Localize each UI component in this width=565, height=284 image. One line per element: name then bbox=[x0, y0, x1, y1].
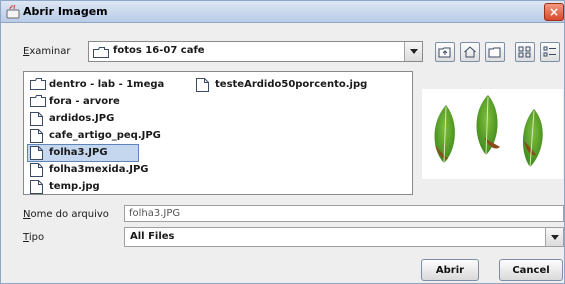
file-icon bbox=[196, 78, 209, 95]
folder-icon bbox=[93, 47, 109, 58]
file-icon bbox=[30, 146, 43, 163]
look-in-value: fotos 16-07 cafe bbox=[113, 45, 205, 56]
leaf-2 bbox=[476, 95, 500, 156]
up-one-level-icon bbox=[438, 47, 451, 58]
file-name: ardidos.JPG bbox=[49, 113, 115, 124]
cancel-button[interactable]: Cancel bbox=[499, 259, 563, 281]
file-icon bbox=[30, 180, 43, 197]
file-name: dentro - lab - 1mega bbox=[49, 79, 165, 90]
file-name: cafe_artigo_peq.JPG bbox=[49, 130, 161, 141]
file-name-input[interactable] bbox=[124, 205, 564, 222]
file-name: testeArdido50porcento.jpg bbox=[215, 79, 368, 90]
file-type-dropdown-arrow[interactable] bbox=[545, 228, 563, 246]
file-icon bbox=[30, 163, 43, 180]
up-one-level-button[interactable] bbox=[435, 42, 455, 62]
leaf-3 bbox=[522, 109, 543, 168]
image-preview bbox=[422, 89, 563, 179]
file-icon bbox=[30, 112, 43, 129]
java-app-icon bbox=[6, 5, 20, 19]
leaf-1 bbox=[434, 105, 455, 164]
file-name: temp.jpg bbox=[49, 181, 100, 192]
folder-icon bbox=[30, 78, 46, 93]
file-type-label: Tipo bbox=[23, 232, 45, 243]
list-view-button[interactable] bbox=[515, 42, 535, 62]
file-name: folha3.JPG bbox=[49, 147, 108, 158]
open-button[interactable]: Abrir bbox=[421, 259, 479, 281]
leaf-thumbnail-image bbox=[434, 95, 543, 168]
file-list[interactable]: dentro - lab - 1mega fora - arvore ardidos… bbox=[23, 71, 413, 195]
list-view-icon bbox=[518, 46, 531, 58]
file-name: folha3mexida.JPG bbox=[49, 164, 149, 175]
home-icon bbox=[464, 46, 476, 58]
home-button[interactable] bbox=[460, 42, 480, 62]
folder-icon bbox=[30, 95, 46, 110]
open-image-dialog: Abrir Imagem × Examinar fotos 16-07 cafe bbox=[0, 0, 565, 284]
file-type-value: All Files bbox=[130, 231, 175, 242]
chevron-down-icon bbox=[410, 49, 418, 54]
file-list-item[interactable]: folha3.JPG bbox=[27, 144, 139, 163]
chevron-down-icon bbox=[551, 235, 559, 240]
details-view-icon bbox=[543, 46, 556, 57]
look-in-dropdown-arrow[interactable] bbox=[404, 42, 422, 61]
look-in-combo[interactable]: fotos 16-07 cafe bbox=[88, 41, 423, 62]
close-icon: × bbox=[548, 5, 560, 19]
file-name-label: Nome do arquivo bbox=[23, 209, 109, 220]
window-title: Abrir Imagem bbox=[23, 5, 108, 18]
look-in-label: Examinar bbox=[23, 46, 71, 57]
new-folder-button[interactable] bbox=[485, 42, 505, 62]
file-type-combo[interactable]: All Files bbox=[124, 227, 564, 247]
details-view-button[interactable] bbox=[540, 42, 560, 62]
close-button[interactable]: × bbox=[544, 3, 564, 21]
title-bar[interactable]: Abrir Imagem × bbox=[1, 1, 564, 23]
new-folder-icon bbox=[488, 47, 501, 58]
file-name: fora - arvore bbox=[49, 96, 120, 107]
file-icon bbox=[30, 129, 43, 146]
